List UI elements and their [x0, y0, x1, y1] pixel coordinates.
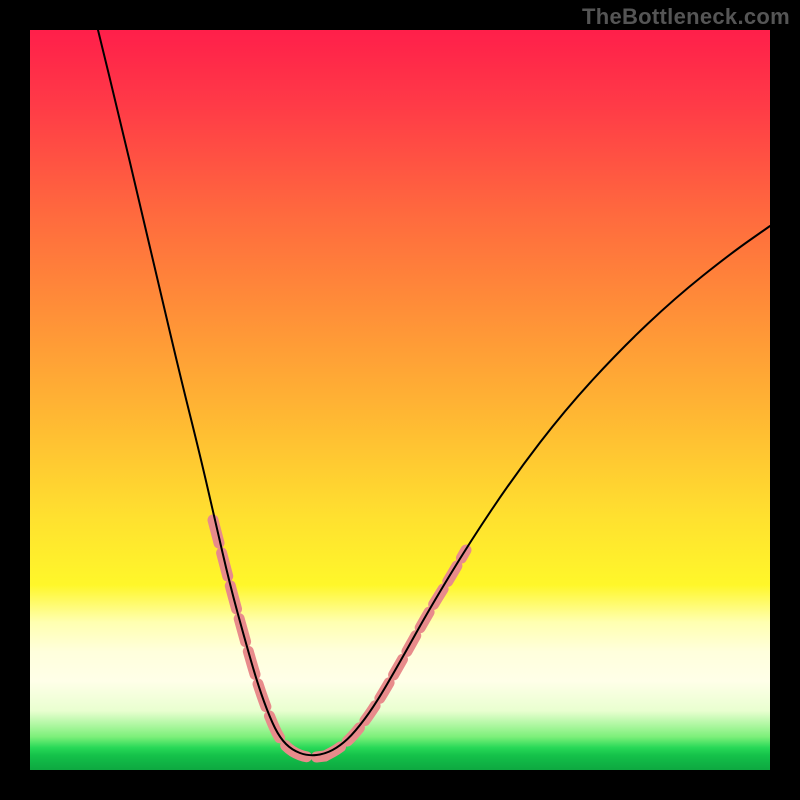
- plot-area: [30, 30, 770, 770]
- watermark-text: TheBottleneck.com: [582, 4, 790, 30]
- main-curve: [98, 30, 770, 755]
- highlight-segment-left: [213, 520, 325, 757]
- chart-frame: TheBottleneck.com: [0, 0, 800, 800]
- highlight-segment-right: [325, 550, 466, 756]
- curve-layer: [30, 30, 770, 770]
